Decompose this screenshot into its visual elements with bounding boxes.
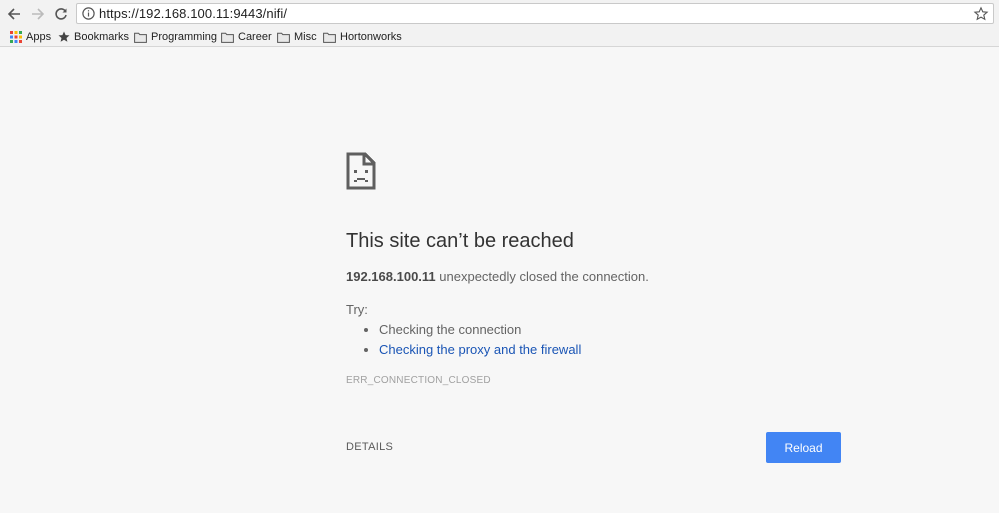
address-bar[interactable]: https://192.168.100.11:9443/nifi/	[76, 3, 994, 24]
bookmark-label: Programming	[151, 31, 218, 43]
sad-document-icon	[346, 152, 376, 190]
info-icon[interactable]	[82, 7, 95, 20]
back-button[interactable]	[4, 4, 24, 24]
folder-icon	[277, 32, 290, 43]
try-label: Try:	[346, 302, 368, 317]
star-icon[interactable]	[973, 6, 989, 22]
bookmark-label: Misc	[294, 31, 317, 43]
suggestion-proxy-firewall-link[interactable]: Checking the proxy and the firewall	[379, 342, 581, 357]
reload-button[interactable]: Reload	[766, 432, 841, 463]
folder-icon	[134, 32, 147, 43]
suggestion-item: Checking the proxy and the firewall	[379, 340, 581, 360]
details-button[interactable]: DETAILS	[346, 441, 393, 453]
suggestions-list: Checking the connection Checking the pro…	[364, 320, 581, 360]
bookmark-label: Bookmarks	[74, 31, 130, 43]
bookmark-label: Hortonworks	[340, 31, 402, 43]
bookmarks-bar: Apps Bookmarks Programming Career Misc H…	[0, 28, 999, 47]
browser-toolbar: https://192.168.100.11:9443/nifi/	[0, 0, 999, 28]
folder-icon	[221, 32, 234, 43]
bookmark-folder-misc[interactable]: Misc	[277, 29, 317, 45]
back-arrow-icon	[7, 8, 20, 20]
folder-icon	[323, 32, 336, 43]
suggestion-item: Checking the connection	[379, 320, 581, 340]
error-code: ERR_CONNECTION_CLOSED	[346, 375, 491, 386]
bookmark-folder-career[interactable]: Career	[221, 29, 272, 45]
bookmark-label: Apps	[26, 31, 52, 43]
reload-icon	[55, 8, 67, 20]
suggestion-check-connection: Checking the connection	[379, 322, 522, 337]
bookmark-label: Career	[238, 31, 272, 43]
star-icon	[58, 31, 70, 42]
error-description: 192.168.100.11 unexpectedly closed the c…	[346, 269, 649, 284]
bookmark-bookmarks[interactable]: Bookmarks	[58, 29, 129, 45]
bookmark-folder-programming[interactable]: Programming	[134, 29, 217, 45]
forward-arrow-icon	[32, 8, 45, 20]
url-text[interactable]: https://192.168.100.11:9443/nifi/	[99, 6, 287, 21]
forward-button[interactable]	[28, 4, 48, 24]
error-message: unexpectedly closed the connection.	[435, 269, 649, 284]
error-host: 192.168.100.11	[346, 269, 436, 284]
apps-grid-icon	[10, 31, 22, 43]
reload-page-button[interactable]	[51, 4, 71, 24]
bookmark-folder-hortonworks[interactable]: Hortonworks	[323, 29, 402, 45]
bookmark-apps[interactable]: Apps	[10, 29, 51, 45]
error-heading: This site can’t be reached	[346, 230, 574, 252]
